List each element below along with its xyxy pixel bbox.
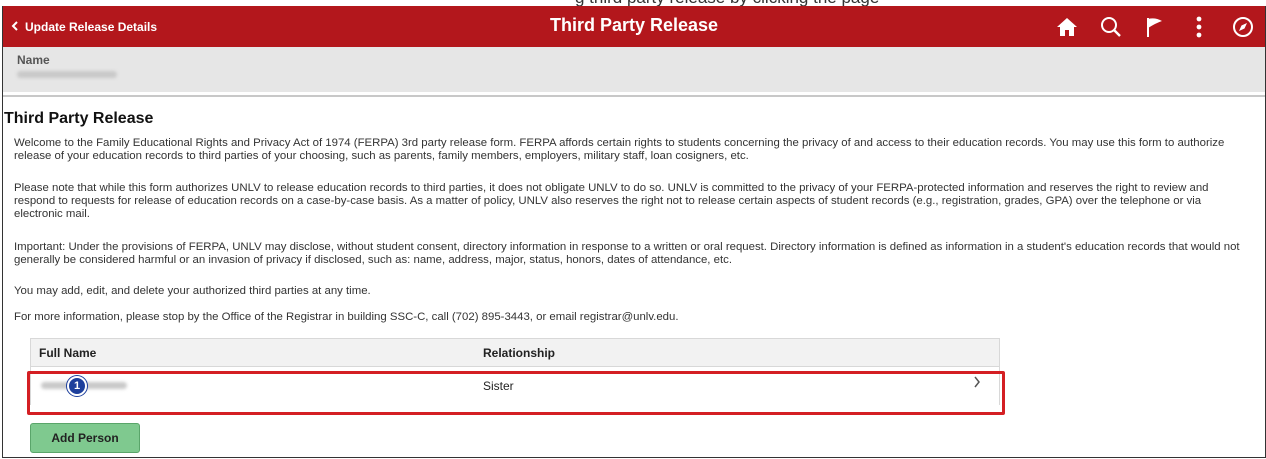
search-icon[interactable] [1089,16,1133,38]
column-relationship: Relationship [483,345,556,360]
name-label: Name [17,53,50,67]
welcome-paragraph: Welcome to the Family Educational Rights… [14,137,1225,162]
navigator-compass-icon[interactable] [1221,16,1265,38]
relationship-value: Sister [483,379,514,393]
directory-info-paragraph: Important: Under the provisions of FERPA… [14,241,1240,266]
manage-paragraph: You may add, edit, and delete your autho… [14,285,371,297]
column-full-name: Full Name [39,345,97,360]
student-name-redacted [17,71,117,78]
name-section: Name [3,47,1265,92]
third-party-grid: Full Name Relationship 1 Sister [30,338,1000,405]
flag-icon[interactable] [1133,16,1177,38]
home-icon[interactable] [1045,17,1089,37]
section-divider [3,95,1265,97]
table-row[interactable]: 1 Sister [31,367,999,405]
grid-header: Full Name Relationship [31,339,999,367]
header-banner: Update Release Details Third Party Relea… [3,6,1265,47]
add-person-button[interactable]: Add Person [30,423,140,453]
header-icons [1045,6,1265,47]
more-actions-icon[interactable] [1177,16,1221,38]
chevron-right-icon [973,375,981,394]
callout-badge: 1 [67,376,87,396]
policy-paragraph: Please note that while this form authori… [14,182,1209,220]
section-heading: Third Party Release [4,110,154,127]
contact-paragraph: For more information, please stop by the… [14,311,679,323]
